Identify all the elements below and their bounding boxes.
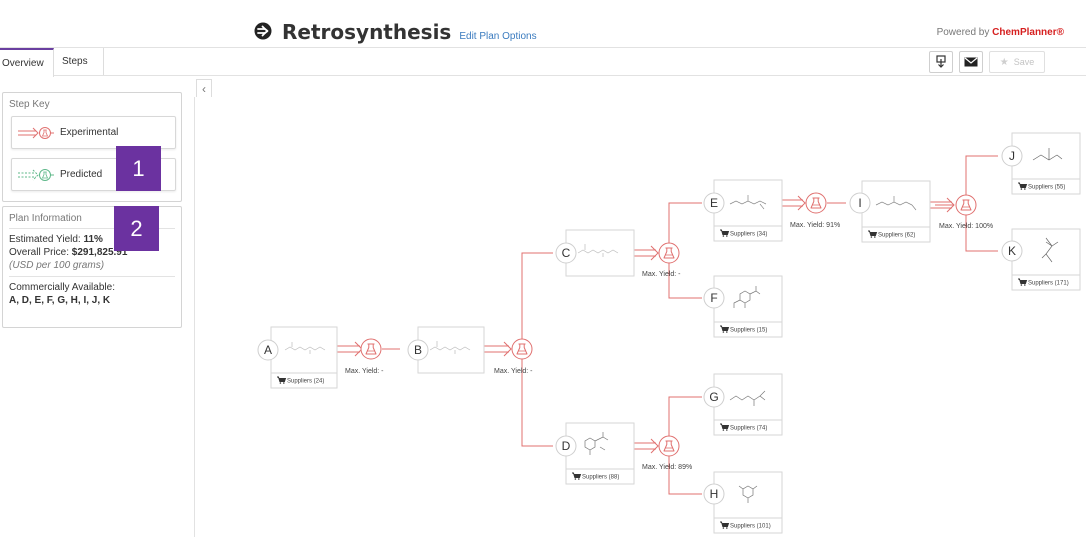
suppliers-i: Suppliers (62)	[878, 233, 915, 239]
node-letter: I	[858, 196, 861, 210]
reaction-yield: Max. Yield: 91%	[790, 222, 840, 229]
retrosynthesis-tree: Max. Yield: - Max. Yield: - Max. Yield: …	[257, 132, 1081, 534]
suppliers-e: Suppliers (34)	[730, 232, 767, 238]
molecule-card-d[interactable]: Suppliers (88)	[565, 422, 635, 485]
suppliers-d: Suppliers (88)	[582, 475, 619, 481]
suppliers-a: Suppliers (24)	[287, 379, 324, 385]
reaction-r3[interactable]	[658, 242, 680, 264]
reaction-yield: Max. Yield: 89%	[642, 464, 692, 471]
molecule-card-i[interactable]: Suppliers (62)	[861, 180, 931, 243]
node-letter: J	[1009, 149, 1015, 163]
tab-overview-label: Overview	[2, 58, 44, 69]
reaction-yield: Max. Yield: -	[345, 368, 384, 375]
node-label-e[interactable]: E	[703, 192, 725, 214]
molecule-card-j[interactable]: Suppliers (55)	[1011, 132, 1081, 195]
reaction-r5[interactable]	[805, 192, 827, 214]
molecule-card-h[interactable]: Suppliers (101)	[713, 471, 783, 534]
molecule-card-g[interactable]: Suppliers (74)	[713, 373, 783, 436]
reaction-yield: Max. Yield: -	[642, 271, 681, 278]
molecule-card-a[interactable]: Suppliers (24)	[270, 326, 338, 389]
node-label-f[interactable]: F	[703, 287, 725, 309]
reaction-arrows	[337, 195, 955, 454]
reaction-r4[interactable]	[658, 435, 680, 457]
node-letter: A	[264, 343, 272, 357]
reaction-yield: Max. Yield: -	[494, 368, 533, 375]
reaction-yield: Max. Yield: 100%	[939, 223, 993, 230]
node-label-c[interactable]: C	[555, 242, 577, 264]
node-letter: F	[710, 291, 717, 305]
node-label-b[interactable]: B	[407, 339, 429, 361]
suppliers-h: Suppliers (101)	[730, 524, 771, 530]
suppliers-j: Suppliers (55)	[1028, 185, 1065, 191]
suppliers-k: Suppliers (171)	[1028, 281, 1069, 287]
node-label-i[interactable]: I	[849, 192, 871, 214]
node-label-a[interactable]: A	[257, 339, 279, 361]
reaction-r2[interactable]	[511, 338, 533, 360]
node-letter: H	[710, 487, 719, 501]
node-letter: C	[562, 246, 571, 260]
node-letter: E	[710, 196, 718, 210]
molecule-card-f[interactable]: Suppliers (15)	[713, 275, 783, 338]
reaction-r6[interactable]	[955, 194, 977, 216]
molecule-card-e[interactable]: Suppliers (34)	[713, 179, 783, 242]
node-label-g[interactable]: G	[703, 386, 725, 408]
tab-overview[interactable]: Overview	[0, 48, 54, 77]
node-label-h[interactable]: H	[703, 483, 725, 505]
node-label-j[interactable]: J	[1001, 145, 1023, 167]
suppliers-f: Suppliers (15)	[730, 328, 767, 334]
reaction-r1[interactable]	[360, 338, 382, 360]
node-letter: G	[709, 390, 718, 404]
node-letter: D	[562, 439, 571, 453]
node-letter: B	[414, 343, 422, 357]
node-label-d[interactable]: D	[555, 435, 577, 457]
suppliers-g: Suppliers (74)	[730, 426, 767, 432]
node-letter: K	[1008, 244, 1016, 258]
molecule-card-k[interactable]: Suppliers (171)	[1011, 228, 1081, 291]
node-label-k[interactable]: K	[1001, 240, 1023, 262]
